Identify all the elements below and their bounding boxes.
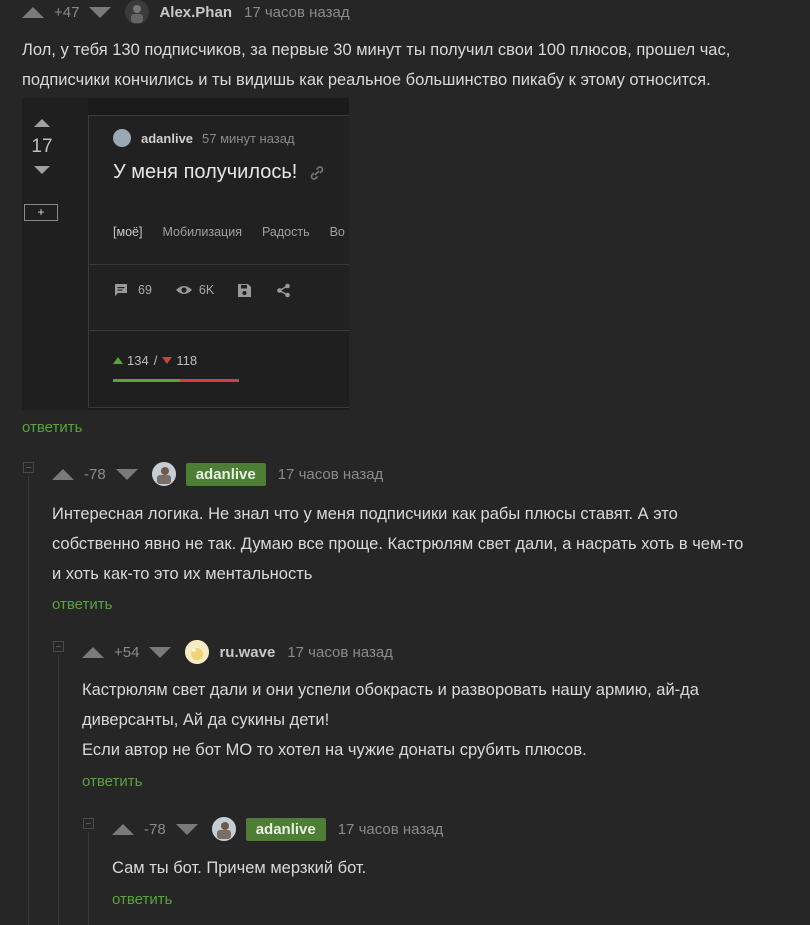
comment-author[interactable]: adanlive bbox=[245, 817, 326, 841]
vote-up-icon bbox=[113, 357, 123, 364]
upvote-icon[interactable] bbox=[112, 823, 134, 835]
embedded-rating-column: 17 + bbox=[22, 98, 88, 410]
comment-author[interactable]: ru.wave bbox=[219, 644, 275, 661]
embedded-tag: Мобилизация bbox=[162, 225, 242, 239]
eye-icon bbox=[175, 286, 192, 294]
embedded-votes-down: 118 bbox=[176, 353, 198, 368]
embedded-plus-label: + bbox=[37, 205, 45, 219]
reply-link[interactable]: ответить bbox=[52, 596, 112, 613]
avatar[interactable] bbox=[185, 640, 210, 664]
comment-time: 17 часов назад bbox=[337, 820, 444, 838]
embedded-time: 57 минут назад bbox=[202, 130, 295, 146]
embedded-comments-count: 69 bbox=[138, 283, 152, 297]
reply-link[interactable]: ответить bbox=[112, 891, 172, 908]
embedded-rating: 17 bbox=[31, 136, 53, 157]
collapse-toggle[interactable] bbox=[53, 641, 64, 652]
reply-link[interactable]: ответить bbox=[22, 419, 82, 436]
embedded-avatar bbox=[113, 129, 131, 147]
thread-line bbox=[58, 655, 59, 925]
embedded-save-button: + bbox=[24, 204, 58, 221]
comment-header: +54 ru.wave 17 часов назад bbox=[82, 640, 393, 664]
share-icon bbox=[277, 283, 291, 297]
comment-1: +47 Alex.Phan 17 часов назад Лол, у тебя… bbox=[22, 0, 730, 89]
collapse-toggle[interactable] bbox=[83, 818, 94, 829]
embedded-upvote-icon bbox=[34, 119, 50, 127]
downvote-icon[interactable] bbox=[149, 646, 172, 658]
comment-text: Лол, у тебя 130 подписчиков, за первые 3… bbox=[22, 41, 731, 89]
comment-rating: -78 bbox=[144, 820, 166, 838]
embedded-rating-panel: 134 / 118 bbox=[88, 330, 349, 408]
embedded-vote-bar bbox=[113, 379, 239, 382]
comment-header: -78 adanlive 17 часов назад bbox=[52, 462, 383, 486]
downvote-icon[interactable] bbox=[89, 6, 112, 18]
link-icon bbox=[311, 165, 324, 180]
reply-link[interactable]: ответить bbox=[82, 773, 142, 790]
comment-icon bbox=[115, 284, 127, 296]
embedded-votes-sep: / bbox=[153, 353, 158, 368]
collapse-toggle[interactable] bbox=[23, 462, 34, 473]
comment-rating: -78 bbox=[84, 465, 106, 483]
embedded-tag: [моё] bbox=[113, 225, 143, 239]
downvote-icon[interactable] bbox=[115, 468, 138, 480]
comment-rating: +47 bbox=[54, 3, 80, 21]
comment-text: Кастрюлям свет дали и они успели обокрас… bbox=[82, 681, 699, 759]
avatar[interactable] bbox=[211, 817, 236, 841]
upvote-icon[interactable] bbox=[82, 646, 104, 658]
embedded-views: 6K bbox=[198, 283, 215, 297]
comment-author[interactable]: Alex.Phan bbox=[159, 4, 232, 21]
comment-text: Интересная логика. Не знал что у меня по… bbox=[52, 505, 744, 583]
embedded-title: У меня получилось! bbox=[113, 161, 298, 183]
comment-header: +47 Alex.Phan 17 часов назад bbox=[22, 0, 350, 24]
comment-author[interactable]: adanlive bbox=[185, 462, 266, 486]
upvote-icon[interactable] bbox=[22, 6, 44, 18]
downvote-icon[interactable] bbox=[175, 823, 198, 835]
comment-time: 17 часов назад bbox=[277, 465, 384, 483]
avatar[interactable] bbox=[151, 462, 176, 486]
comment-time: 17 часов назад bbox=[243, 3, 350, 21]
save-icon bbox=[238, 283, 252, 297]
embedded-tag: Во bbox=[329, 225, 345, 239]
embedded-tags: [моё] Мобилизация Радость Во bbox=[113, 225, 345, 239]
comment-2: -78 adanlive 17 часов назад Интересная л… bbox=[52, 462, 743, 613]
embedded-post-footer: 69 6K bbox=[113, 282, 291, 298]
embedded-post-card: adanlive 57 минут назад У меня получилос… bbox=[88, 115, 349, 362]
embedded-tag: Радость bbox=[261, 225, 310, 239]
comment-rating: +54 bbox=[114, 643, 140, 661]
embedded-votes-up: 134 bbox=[127, 353, 149, 368]
upvote-icon[interactable] bbox=[52, 468, 74, 480]
embedded-author: adanlive bbox=[141, 130, 194, 146]
thread-line bbox=[88, 832, 89, 925]
comment-time: 17 часов назад bbox=[287, 643, 393, 661]
thread-line bbox=[28, 476, 29, 925]
embedded-downvote-icon bbox=[34, 166, 50, 174]
vote-down-icon bbox=[162, 357, 173, 364]
comment-header: -78 adanlive 17 часов назад bbox=[112, 817, 443, 841]
comment-text: Сам ты бот. Причем мерзкий бот. bbox=[112, 859, 367, 877]
comment-4: -78 adanlive 17 часов назад Сам ты бот. … bbox=[112, 817, 443, 908]
comment-3: +54 ru.wave 17 часов назад Кастрюлям све… bbox=[82, 640, 699, 790]
embedded-screenshot: 17 + adanlive 57 минут назад У меня полу… bbox=[22, 98, 349, 410]
avatar[interactable] bbox=[125, 0, 150, 24]
